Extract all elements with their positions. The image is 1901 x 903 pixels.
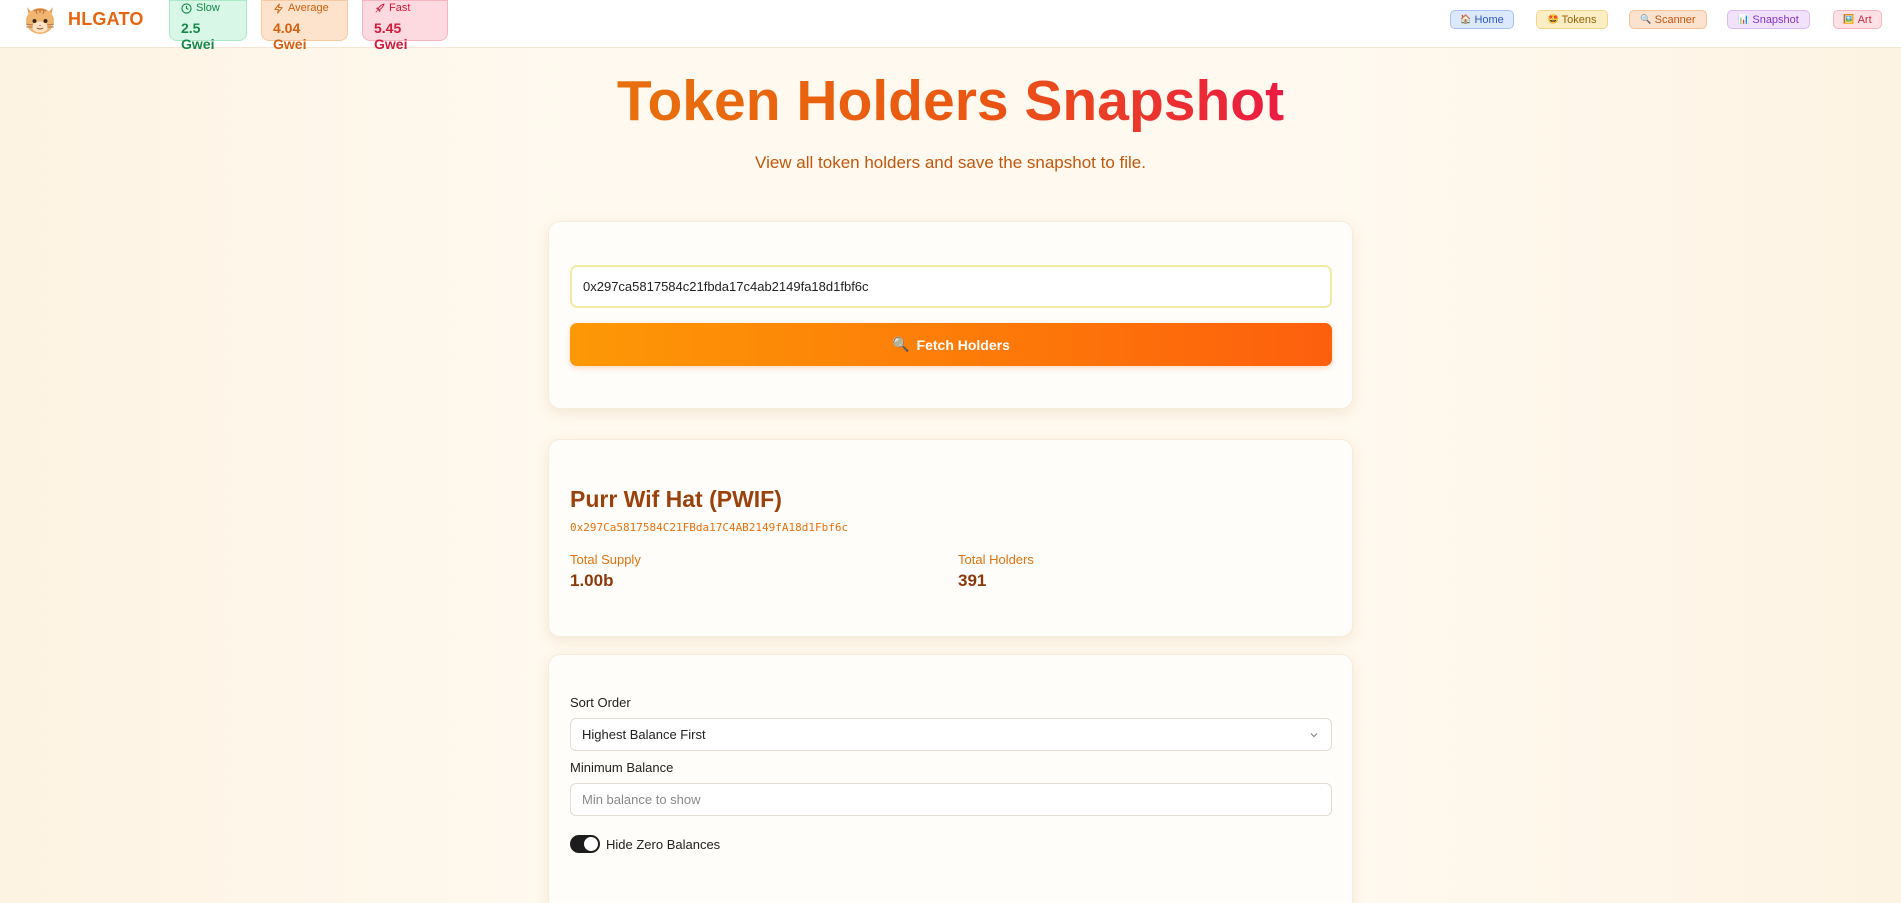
sort-order-value: Highest Balance First (582, 727, 706, 742)
clock-icon (181, 3, 192, 14)
total-holders-label: Total Holders (958, 552, 1034, 567)
magnifier-icon: 🔍 (1640, 14, 1652, 24)
token-address-input[interactable] (570, 265, 1332, 308)
house-icon: 🏠 (1460, 14, 1472, 24)
bar-chart-icon: 📊 (1738, 14, 1750, 24)
minimum-balance-input[interactable] (570, 783, 1332, 816)
sort-order-label: Sort Order (570, 695, 631, 710)
page-title: Token Holders Snapshot (616, 69, 1285, 133)
gas-slow-badge: Slow 2.5 Gwei (169, 0, 247, 52)
nav-art-label: Art (1857, 13, 1872, 26)
page-subtitle: View all token holders and save the snap… (755, 153, 1146, 172)
total-holders-value: 391 (958, 571, 987, 590)
top-bar: HLGATO Slow 2.5 Gwei Average 4.04 Gwei F… (0, 0, 1901, 52)
hide-zero-label: Hide Zero Balances (606, 836, 721, 852)
nav-home-label: Home (1474, 13, 1504, 26)
picture-icon: 🖼️ (1843, 14, 1855, 24)
minimum-balance-label: Minimum Balance (570, 760, 674, 775)
lightning-icon (274, 3, 283, 14)
token-name: Purr Wif Hat (PWIF) (570, 486, 782, 512)
nav-tokens[interactable]: 🤩 Tokens (1536, 10, 1608, 29)
total-supply-value: 1.00b (570, 571, 614, 590)
sort-order-select[interactable]: Highest Balance First (570, 718, 1332, 751)
nav-home[interactable]: 🏠 Home (1450, 10, 1514, 29)
nav-tokens-label: Tokens (1561, 13, 1597, 26)
gas-fast-badge: Fast 5.45 Gwei (362, 0, 448, 52)
fetch-holders-button[interactable]: 🔍 Fetch Holders (570, 323, 1332, 366)
total-supply-label: Total Supply (570, 552, 641, 567)
gas-fast-value: 5.45 Gwei (374, 20, 408, 52)
nav-snapshot[interactable]: 📊 Snapshot (1727, 10, 1810, 29)
gas-fast-label: Fast (389, 2, 411, 14)
token-info-card: Purr Wif Hat (PWIF) 0x297Ca5817584C21FBd… (548, 439, 1353, 637)
gas-slow-value: 2.5 Gwei (181, 20, 215, 52)
nav-snapshot-label: Snapshot (1752, 13, 1799, 26)
magnifier-icon: 🔍 (892, 336, 910, 352)
chevron-down-icon (1310, 732, 1318, 737)
gas-slow-label: Slow (196, 2, 220, 14)
brand[interactable]: HLGATO (22, 1, 144, 37)
gas-average-label: Average (288, 2, 329, 14)
token-contract-address: 0x297Ca5817584C21FBda17C4AB2149fA18d1Fbf… (570, 521, 849, 534)
cat-face-icon (25, 7, 55, 34)
gas-average-badge: Average 4.04 Gwei (261, 0, 348, 52)
brand-name: HLGATO (68, 8, 144, 29)
nav-scanner-label: Scanner (1654, 13, 1696, 26)
fetch-holders-label: Fetch Holders (916, 336, 1010, 353)
rocket-icon (375, 3, 385, 13)
hide-zero-row: Hide Zero Balances (570, 835, 720, 853)
search-card: 🔍 Fetch Holders (548, 221, 1353, 409)
filters-card: Sort Order Highest Balance First Minimum… (548, 654, 1353, 903)
hide-zero-toggle[interactable] (570, 835, 600, 853)
nav-scanner[interactable]: 🔍 Scanner (1629, 10, 1707, 29)
nav-art[interactable]: 🖼️ Art (1833, 10, 1882, 29)
gas-average-value: 4.04 Gwei (273, 20, 307, 52)
star-eyes-icon: 🤩 (1547, 14, 1559, 24)
